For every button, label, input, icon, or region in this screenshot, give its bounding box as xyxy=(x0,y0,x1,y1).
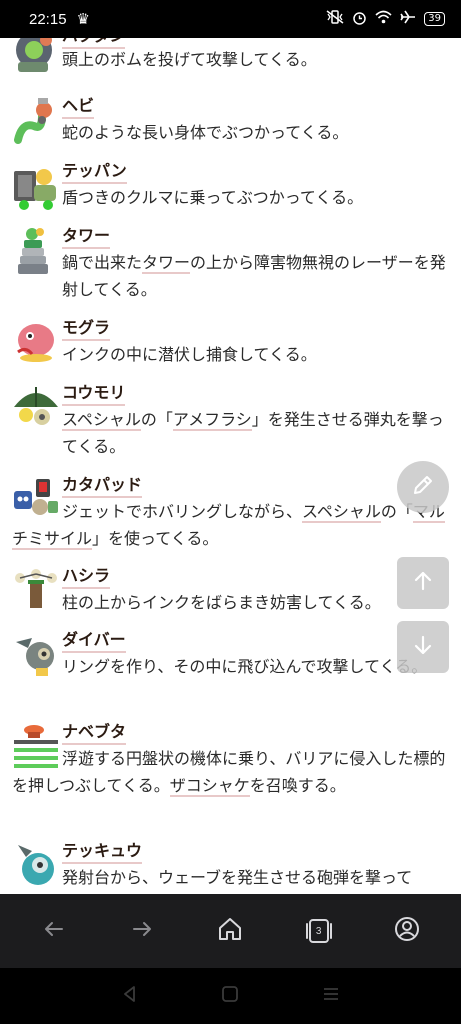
scroll-bottom-button[interactable] xyxy=(397,621,449,673)
tower-image xyxy=(12,226,60,274)
entry-name[interactable]: カタパッド xyxy=(62,475,143,498)
battery-indicator: 39 xyxy=(424,12,445,26)
tabs-button[interactable]: 3 xyxy=(297,909,341,953)
user-icon xyxy=(394,916,420,946)
vibrate-off-icon xyxy=(326,10,344,28)
entry-name[interactable]: ハシラ xyxy=(62,566,111,589)
tabs-icon: 3 xyxy=(304,918,334,944)
nav-back-icon[interactable] xyxy=(121,985,139,1007)
desc-text: ジェットでホバリングしながら、 xyxy=(62,502,303,521)
special-link[interactable]: スペシャル xyxy=(62,410,141,431)
arrow-up-icon xyxy=(412,570,434,596)
arrow-right-icon xyxy=(130,917,154,945)
entry-name[interactable]: テッパン xyxy=(62,161,127,184)
page-content: バクダン 頭上のボムを投げて攻撃してくる。 ヘビ 蛇のような長い身体でぶつかって… xyxy=(0,38,461,894)
entry-desc: インクの中に潜伏し捕食してくる。 xyxy=(62,345,317,364)
entry-desc: スペシャルの「アメフラシ」を発生させる弾丸を撃ってくる。 xyxy=(62,406,447,460)
entry-desc: 蛇のような長い身体でぶつかってくる。 xyxy=(62,123,349,142)
desc-text: を召喚する。 xyxy=(249,776,346,795)
scroll-top-button[interactable] xyxy=(397,557,449,609)
entry-name[interactable]: コウモリ xyxy=(62,383,126,406)
entry-desc: 鍋で出来たタワーの上から障害物無視のレーザーを発射してくる。 xyxy=(62,249,447,303)
alarm-icon xyxy=(352,10,367,29)
entry-desc: 柱の上からインクをばらまき妨害してくる。 xyxy=(62,593,381,612)
nav-recents-icon[interactable] xyxy=(322,985,340,1007)
status-bar: 22:15 ♛ 39 xyxy=(0,0,461,38)
bakudan-image xyxy=(12,38,60,74)
arrow-left-icon xyxy=(42,917,66,945)
desc-text: 鍋で出来た xyxy=(62,253,143,272)
browser-toolbar: 3 xyxy=(0,894,461,968)
crown-icon: ♛ xyxy=(76,10,90,28)
hashira-image xyxy=(12,566,60,614)
koumori-image xyxy=(12,383,60,431)
desc-text: 」を使ってくる。 xyxy=(92,529,219,548)
pencil-icon xyxy=(411,473,435,501)
entry-desc: 盾つきのクルマに乗ってぶつかってくる。 xyxy=(62,188,364,207)
edit-button[interactable] xyxy=(397,461,449,513)
status-time: 22:15 xyxy=(29,10,67,28)
tab-count: 3 xyxy=(315,925,322,937)
teppan-image xyxy=(12,161,60,210)
entry-desc: 頭上のボムを投げて攻撃してくる。 xyxy=(62,50,317,69)
entry-name[interactable]: タワー xyxy=(62,226,111,249)
forward-button[interactable] xyxy=(120,909,164,953)
entry-desc: リングを作り、その中に飛び込んで攻撃してくる。 xyxy=(62,657,428,676)
system-nav-bar xyxy=(0,968,461,1024)
home-button[interactable] xyxy=(208,909,252,953)
special-link[interactable]: スペシャル xyxy=(302,502,381,523)
entry-name[interactable]: ナベブタ xyxy=(62,722,127,745)
entry-name[interactable]: ダイバー xyxy=(62,630,126,653)
back-button[interactable] xyxy=(32,909,76,953)
arrow-down-icon xyxy=(412,634,434,660)
nav-home-icon[interactable] xyxy=(221,985,239,1007)
entry-name[interactable]: テッキュウ xyxy=(62,841,143,864)
status-icons: 39 xyxy=(326,10,445,29)
tower-link[interactable]: タワー xyxy=(142,253,191,274)
airplane-icon xyxy=(400,10,416,28)
home-icon xyxy=(217,916,243,946)
amefurashi-link[interactable]: アメフラシ xyxy=(172,410,252,431)
zakoshake-link[interactable]: ザコシャケ xyxy=(169,776,250,797)
desc-text: の「 xyxy=(140,410,173,429)
entry-name[interactable]: ヘビ xyxy=(62,96,95,119)
entry-desc: 発射台から、ウェーブを発生させる砲弾を撃って xyxy=(62,868,413,887)
entry-desc: 浮遊する円盤状の機体に乗り、バリアに侵入した標的を押しつぶしてくる。ザコシャケを… xyxy=(12,745,447,799)
entry-name[interactable]: モグラ xyxy=(62,318,111,341)
tekkyu-image xyxy=(12,841,60,889)
wifi-icon xyxy=(375,10,392,28)
hebi-image xyxy=(12,96,60,144)
mogura-image xyxy=(12,318,60,366)
diver-image xyxy=(12,630,60,678)
entry-desc: ジェットでホバリングしながら、スペシャルの「マルチミサイル」を使ってくる。 xyxy=(12,498,447,552)
account-button[interactable] xyxy=(385,909,429,953)
